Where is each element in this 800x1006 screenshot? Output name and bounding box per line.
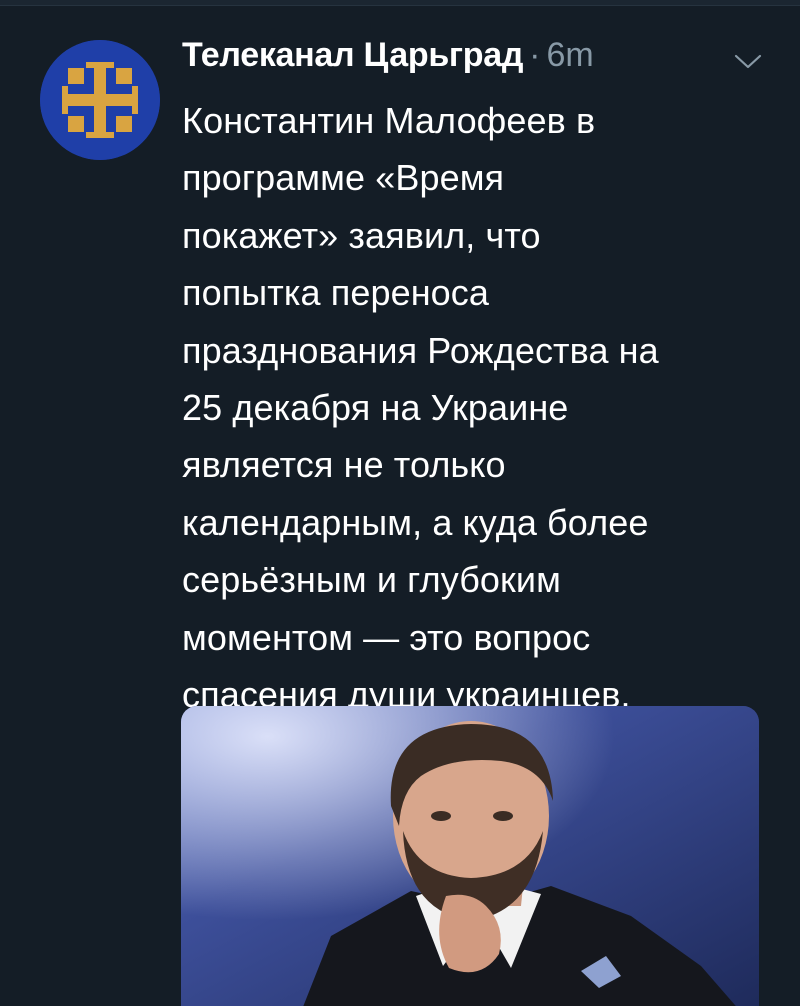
timestamp[interactable]: 6m [547,36,594,75]
tsargrad-cross-logo-icon [40,40,160,160]
chevron-down-icon [734,54,762,69]
tweet-menu-button[interactable] [733,52,763,72]
tweet-header: Телеканал Царьград · 6m [182,36,772,86]
tweet-text: Константин Малофеев в программе «Время п… [182,100,659,716]
tweet-media-photo[interactable] [181,706,759,1006]
person-photo [181,706,759,1006]
avatar[interactable] [40,40,160,160]
header-separator: · [529,36,541,74]
tweet[interactable]: Телеканал Царьград · 6m Константин Малоф… [0,6,800,1006]
author-name[interactable]: Телеканал Царьград [182,36,523,75]
